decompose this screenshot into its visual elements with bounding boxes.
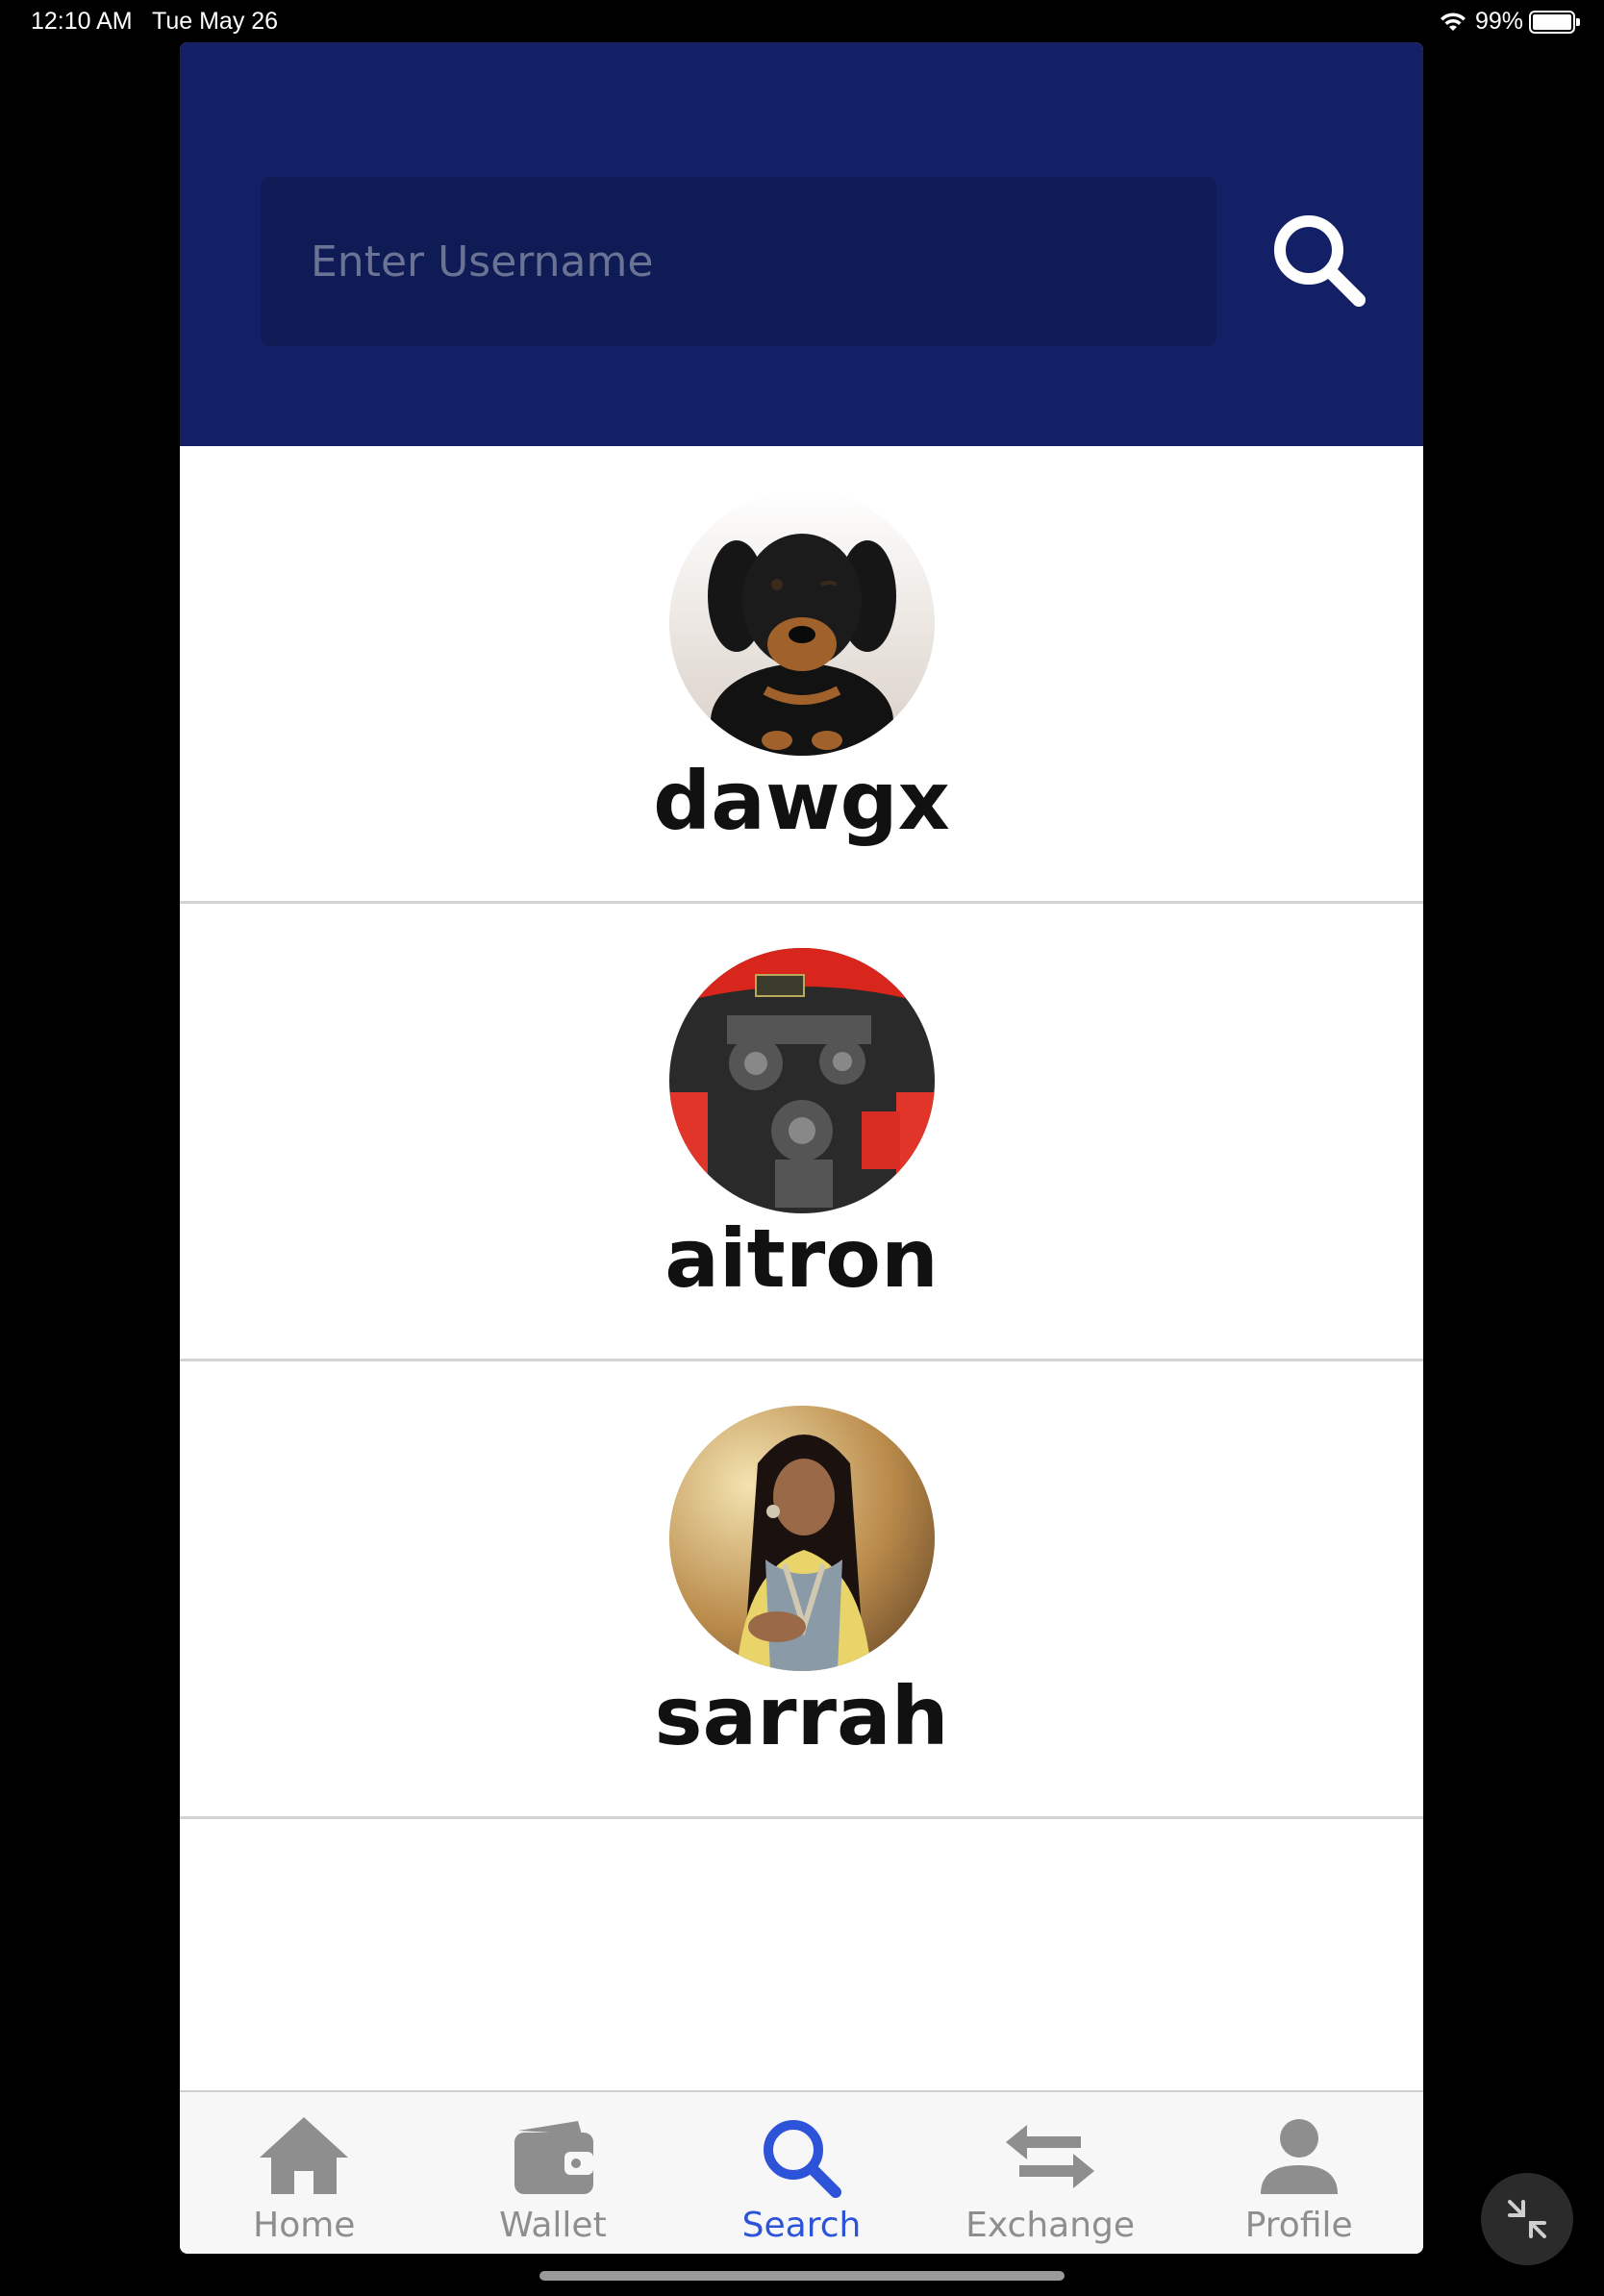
collapse-arrows-icon (1508, 2200, 1546, 2238)
car-engine-photo (669, 948, 935, 1213)
status-indicators: 99% (1439, 8, 1580, 36)
tab-wallet[interactable]: Wallet (429, 2092, 678, 2254)
avatar (669, 490, 935, 756)
profile-icon (1251, 2113, 1347, 2200)
search-box[interactable] (261, 177, 1216, 346)
puppy-photo (669, 490, 935, 756)
username: aitron (664, 1211, 939, 1306)
search-results-list: dawgx aitron sarrah (180, 446, 1423, 1819)
status-bar: 12:10 AM Tue May 26 99% (0, 0, 1604, 44)
search-button[interactable] (1266, 208, 1372, 313)
tab-label: Wallet (499, 2206, 607, 2245)
bottom-tab-bar: Home Wallet Search Exchange Profile (180, 2090, 1423, 2254)
tab-exchange[interactable]: Exchange (926, 2092, 1175, 2254)
user-result-row[interactable]: dawgx (180, 446, 1423, 904)
tab-label: Home (253, 2206, 356, 2245)
tab-home[interactable]: Home (180, 2092, 429, 2254)
user-result-row[interactable]: sarrah (180, 1361, 1423, 1819)
search-header (180, 42, 1423, 446)
wifi-icon (1439, 12, 1467, 33)
avatar (669, 1406, 935, 1671)
collapse-button[interactable] (1481, 2173, 1573, 2265)
tab-label: Exchange (965, 2206, 1136, 2245)
battery-percentage: 99% (1474, 8, 1523, 35)
tab-profile[interactable]: Profile (1174, 2092, 1423, 2254)
username-search-input[interactable] (309, 236, 1216, 287)
home-icon (256, 2113, 352, 2200)
app-window: dawgx (180, 42, 1423, 2254)
avatar (669, 948, 935, 1213)
status-time: 12:10 AM (31, 8, 133, 35)
user-result-row[interactable]: aitron (180, 904, 1423, 1361)
search-icon (753, 2113, 849, 2200)
tab-label: Search (741, 2206, 862, 2245)
username: dawgx (653, 754, 950, 848)
username: sarrah (654, 1669, 949, 1763)
home-indicator[interactable] (539, 2271, 1065, 2281)
status-date: Tue May 26 (152, 8, 279, 35)
woman-portrait-photo (669, 1406, 935, 1671)
wallet-icon (505, 2113, 601, 2200)
battery-icon (1529, 10, 1580, 34)
exchange-icon (1002, 2113, 1098, 2200)
search-icon (1274, 215, 1366, 307)
tab-label: Profile (1244, 2206, 1353, 2245)
tab-search[interactable]: Search (677, 2092, 926, 2254)
